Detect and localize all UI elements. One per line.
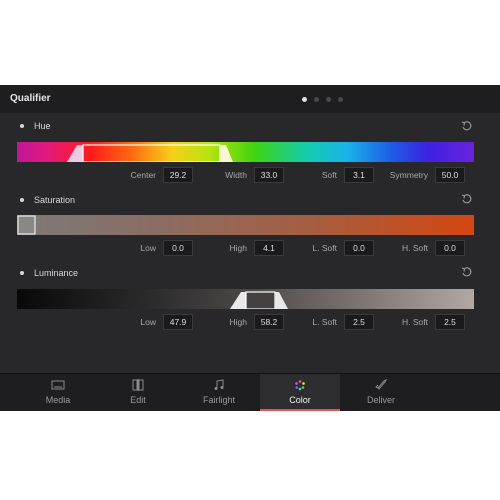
hue-reset-icon[interactable] <box>461 120 473 132</box>
hue-soft-field[interactable]: 3.1 <box>344 167 374 183</box>
hue-selection-overlay <box>67 144 233 162</box>
saturation-selection-box[interactable] <box>17 215 36 235</box>
saturation-reset-icon[interactable] <box>461 193 473 205</box>
luminance-high-label: High <box>229 317 247 327</box>
saturation-label: Saturation <box>34 195 76 205</box>
saturation-low-label: Low <box>140 243 156 253</box>
saturation-enable-toggle[interactable] <box>20 198 24 202</box>
hue-symmetry-field[interactable]: 50.0 <box>435 167 465 183</box>
media-icon <box>51 380 65 390</box>
luminance-enable-toggle[interactable] <box>20 271 24 275</box>
luminance-range-bar[interactable] <box>17 289 474 309</box>
luminance-selection-box[interactable] <box>245 291 276 309</box>
luminance-soft-right[interactable] <box>275 292 288 309</box>
tab-fairlight-label: Fairlight <box>202 395 235 405</box>
page-dot[interactable] <box>314 97 319 102</box>
hue-soft-label: Soft <box>321 170 337 180</box>
tab-media-label: Media <box>45 395 71 405</box>
tab-media[interactable]: Media <box>18 374 98 411</box>
luminance-selection-overlay <box>230 291 288 309</box>
saturation-high-label: High <box>229 243 247 253</box>
luminance-lsoft-field[interactable]: 2.5 <box>344 314 374 330</box>
edit-icon <box>132 379 144 391</box>
hue-soft-right[interactable] <box>220 145 233 162</box>
luminance-hsoft-field[interactable]: 2.5 <box>435 314 465 330</box>
panel-title: Qualifier <box>10 93 51 104</box>
hue-width-field[interactable]: 33.0 <box>254 167 284 183</box>
tab-edit-label: Edit <box>130 395 146 405</box>
hue-symmetry-label: Symmetry <box>389 170 428 180</box>
hue-width-label: Width <box>225 170 247 180</box>
saturation-fields: Low 0.0 High 4.1 L. Soft 0.0 H. Soft 0.0 <box>0 240 500 256</box>
saturation-lsoft-label: L. Soft <box>312 243 337 253</box>
tab-edit[interactable]: Edit <box>98 374 178 411</box>
luminance-low-label: Low <box>140 317 156 327</box>
page-indicator <box>302 97 343 102</box>
hue-label: Hue <box>34 121 51 131</box>
saturation-low-field[interactable]: 0.0 <box>163 240 193 256</box>
qualifier-panel: Qualifier Hue Center 29.2 Width 33.0 Sof… <box>0 85 500 411</box>
saturation-range-bar[interactable] <box>17 215 474 235</box>
luminance-fields: Low 47.9 High 58.2 L. Soft 2.5 H. Soft 2… <box>0 314 500 330</box>
page-dot[interactable] <box>302 97 307 102</box>
tab-fairlight[interactable]: Fairlight <box>178 374 260 411</box>
luminance-lsoft-label: L. Soft <box>312 317 337 327</box>
luminance-hsoft-label: H. Soft <box>402 317 428 327</box>
saturation-hsoft-label: H. Soft <box>402 243 428 253</box>
page-tab-bar: Media Edit Fairlight Color Deliver <box>0 373 500 411</box>
luminance-high-field[interactable]: 58.2 <box>254 314 284 330</box>
panel-titlebar: Qualifier <box>0 85 500 113</box>
hue-range-bar[interactable] <box>17 142 474 162</box>
luminance-soft-left[interactable] <box>230 292 246 309</box>
hue-enable-toggle[interactable] <box>20 124 24 128</box>
rocket-icon <box>375 379 388 390</box>
hue-soft-left[interactable] <box>67 145 83 162</box>
color-wheel-icon <box>295 380 305 391</box>
hue-selection-box[interactable] <box>82 144 221 162</box>
luminance-low-field[interactable]: 47.9 <box>163 314 193 330</box>
luminance-reset-icon[interactable] <box>461 266 473 278</box>
page-dot[interactable] <box>326 97 331 102</box>
tab-color[interactable]: Color <box>260 374 340 411</box>
music-note-icon <box>214 379 224 390</box>
saturation-selection-overlay <box>17 215 36 235</box>
saturation-high-field[interactable]: 4.1 <box>254 240 284 256</box>
hue-center-label: Center <box>130 170 156 180</box>
tab-deliver-label: Deliver <box>366 395 395 405</box>
saturation-hsoft-field[interactable]: 0.0 <box>435 240 465 256</box>
luminance-label: Luminance <box>34 268 79 278</box>
saturation-lsoft-field[interactable]: 0.0 <box>344 240 374 256</box>
hue-fields: Center 29.2 Width 33.0 Soft 3.1 Symmetry… <box>0 167 500 183</box>
hue-center-field[interactable]: 29.2 <box>163 167 193 183</box>
tab-color-label: Color <box>289 395 311 405</box>
page-dot[interactable] <box>338 97 343 102</box>
tab-deliver[interactable]: Deliver <box>340 374 422 411</box>
